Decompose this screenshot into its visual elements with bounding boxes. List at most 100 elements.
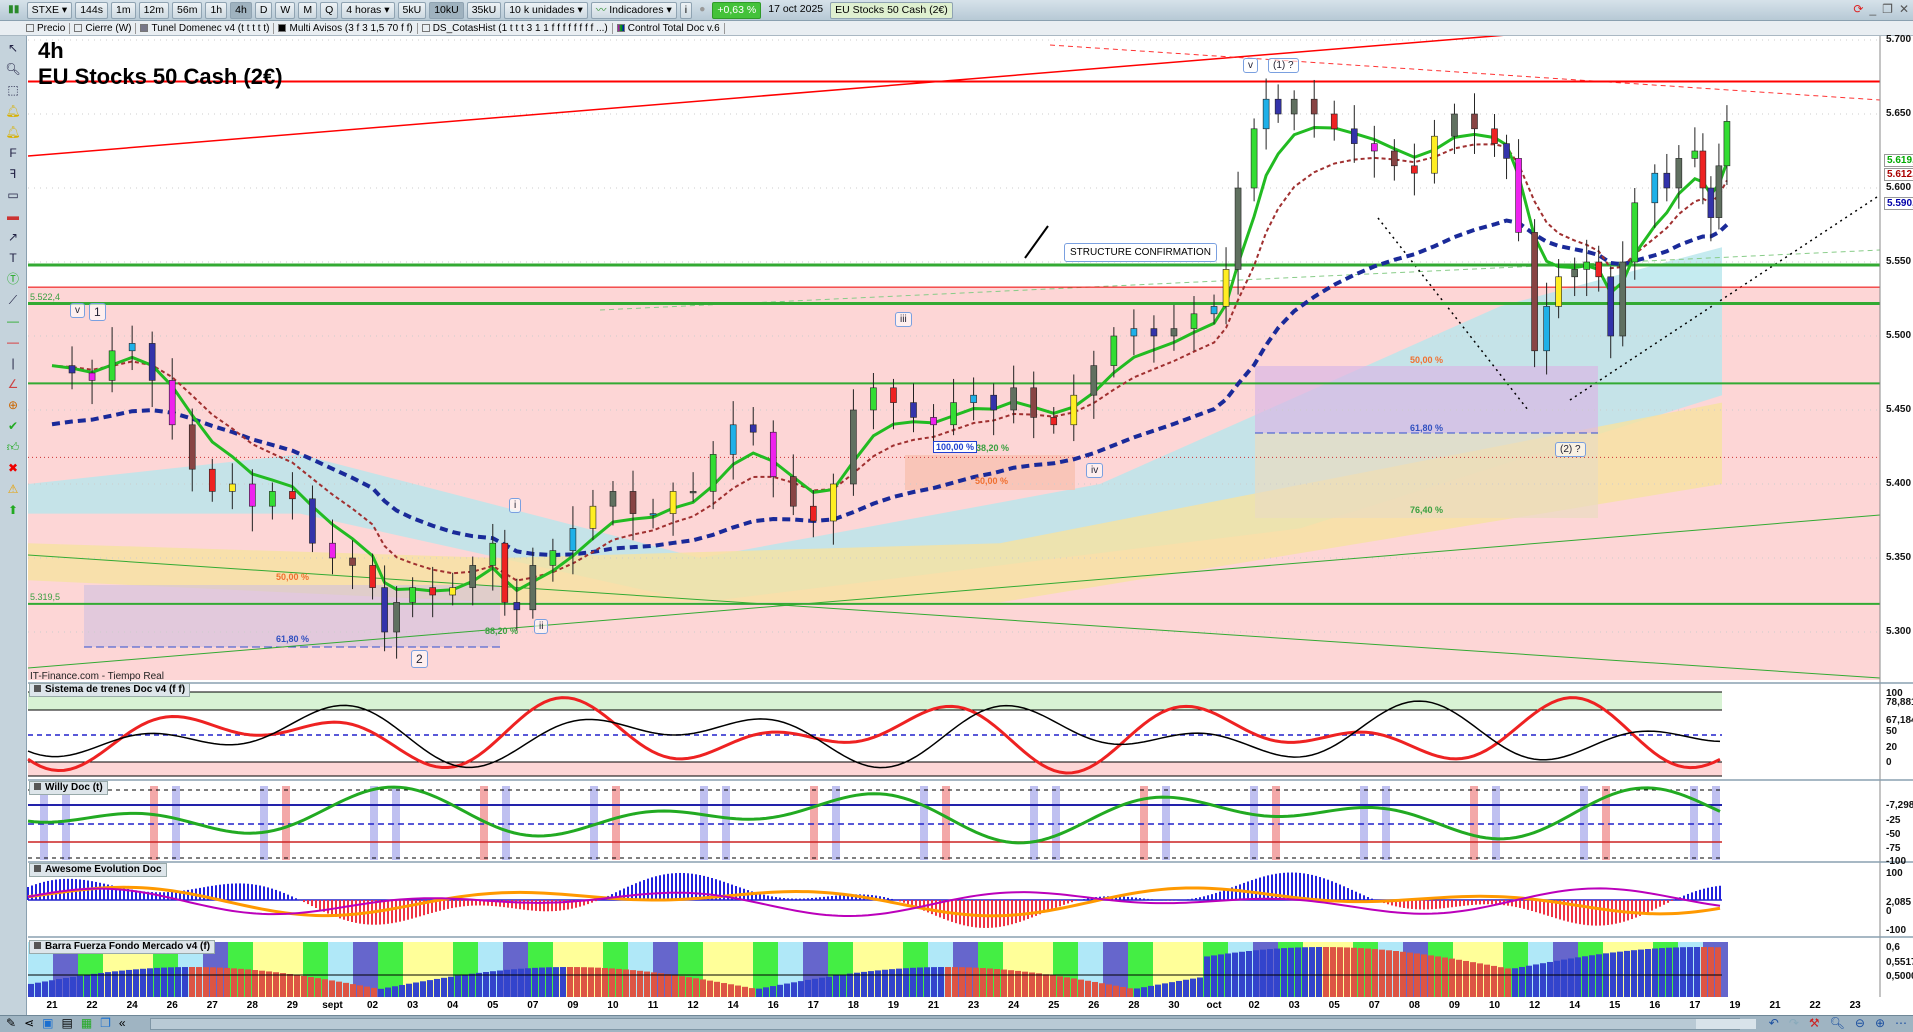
barra-bar: [1253, 950, 1259, 997]
line-icon[interactable]: ⟋: [2, 291, 24, 309]
tf-1h[interactable]: 1h: [205, 1, 228, 19]
legend-control-total[interactable]: Control Total Doc v.6: [616, 22, 725, 34]
x-mark-icon[interactable]: ✖: [2, 459, 24, 477]
auto-zoom-icon[interactable]: 🔍︎: [1830, 1016, 1845, 1030]
barra-bar: [952, 967, 958, 997]
wave-label[interactable]: 1: [89, 303, 106, 321]
candle: [269, 491, 276, 507]
fibo-line-icon[interactable]: ꟻ: [2, 165, 24, 183]
tf-144s[interactable]: 144s: [75, 1, 108, 19]
chat-icon[interactable]: ▣: [42, 1016, 53, 1030]
symbol-selector[interactable]: STXE ▾: [26, 1, 73, 19]
legend-cierre[interactable]: Cierre (W): [74, 22, 137, 34]
barra-bar: [56, 979, 62, 997]
up-arrow-icon[interactable]: ⬆: [2, 501, 24, 519]
cross-icon[interactable]: ⊕: [2, 396, 24, 414]
filled-rectangle-icon[interactable]: ▬: [2, 207, 24, 225]
minimize-icon[interactable]: _: [1869, 2, 1876, 16]
warning-icon[interactable]: ⚠: [2, 480, 24, 498]
date-axis-label: 10: [1488, 1000, 1501, 1011]
tf-12m[interactable]: 12m: [138, 1, 170, 19]
share-icon[interactable]: ⋖: [24, 1016, 34, 1030]
zoom-out-icon[interactable]: ⊖: [1855, 1016, 1865, 1030]
zoom-icon[interactable]: 🔍︎: [2, 60, 24, 78]
zoom-in-icon[interactable]: ⊕: [1875, 1016, 1885, 1030]
tf-56m[interactable]: 56m: [172, 1, 203, 19]
fib-label: 50,00 %: [1410, 355, 1444, 365]
tf-w[interactable]: W: [275, 1, 296, 19]
units-selector[interactable]: 10 k unidades ▾: [504, 1, 588, 19]
wave-label[interactable]: iv: [1086, 463, 1104, 478]
panel-label-trenes[interactable]: Sistema de trenes Doc v4 (f f): [29, 683, 191, 697]
wave-label[interactable]: iii: [895, 312, 912, 327]
check-icon[interactable]: ✔: [2, 417, 24, 435]
zoom-area-icon[interactable]: ⬚: [2, 81, 24, 99]
unit-35ku[interactable]: 35kU: [466, 1, 502, 19]
arrow-icon[interactable]: ↗: [2, 228, 24, 246]
bell-icon[interactable]: 🔔︎: [2, 123, 24, 141]
more-icon[interactable]: ⋯: [1895, 1016, 1907, 1030]
legend-cotashist[interactable]: DS_CotasHist (1 t t t 3 1 1 f f f f f f …: [421, 22, 613, 34]
report-icon[interactable]: ▤: [61, 1016, 72, 1030]
window-icon[interactable]: ❐: [100, 1016, 111, 1030]
barra-bar: [378, 988, 384, 997]
barra-bar: [1673, 947, 1679, 997]
wave-label[interactable]: v: [1243, 58, 1258, 73]
vertical-line-icon[interactable]: |: [2, 354, 24, 372]
barra-bar: [1540, 963, 1546, 997]
wave-label[interactable]: v: [70, 303, 85, 318]
barra-bar: [1043, 974, 1049, 997]
alert-icon[interactable]: 🔔︎: [2, 102, 24, 120]
list-icon[interactable]: ▦: [81, 1016, 92, 1030]
fib-label: 61,80 %: [276, 634, 310, 644]
rectangle-icon[interactable]: ▭: [2, 186, 24, 204]
panel-label-awesome[interactable]: Awesome Evolution Doc: [29, 863, 167, 877]
structure-confirmation-note[interactable]: STRUCTURE CONFIRMATION: [1064, 243, 1217, 262]
redo-icon[interactable]: ↷: [1789, 1016, 1799, 1030]
tf-4h[interactable]: 4h: [230, 1, 252, 19]
barra-bar: [511, 969, 517, 997]
wave-label[interactable]: 2: [411, 650, 428, 668]
scrollbar-thumb[interactable]: [1696, 1019, 1756, 1029]
pencil-icon[interactable]: ✎: [6, 1016, 16, 1030]
red-line-icon[interactable]: —: [2, 333, 24, 351]
chart-type-icon[interactable]: ▮▮: [4, 2, 24, 19]
price-axis-label: 5.450: [1886, 404, 1912, 415]
collapse-icon[interactable]: «: [119, 1016, 126, 1030]
angle-icon[interactable]: ∠: [2, 375, 24, 393]
close-icon[interactable]: ✕: [1899, 2, 1909, 16]
legend-multiavisos[interactable]: Multi Avisos (3 f 3 1,5 70 f f): [278, 22, 418, 34]
price-chart[interactable]: [0, 0, 1913, 1032]
unit-10ku[interactable]: 10kU: [429, 1, 464, 19]
legend-precio[interactable]: Precio: [26, 22, 71, 34]
candle: [1631, 202, 1639, 263]
text-bubble-icon[interactable]: Ⓣ: [2, 270, 24, 288]
wave-label[interactable]: (1) ?: [1268, 58, 1299, 73]
green-line-icon[interactable]: —: [2, 312, 24, 330]
undo-icon[interactable]: ↶: [1769, 1016, 1779, 1030]
period-selector[interactable]: 4 horas ▾: [341, 1, 395, 19]
wave-label[interactable]: (2) ?: [1555, 442, 1586, 457]
fibo-icon[interactable]: F: [2, 144, 24, 162]
wave-label[interactable]: ii: [534, 619, 549, 634]
refresh-icon[interactable]: ⟳: [1853, 2, 1863, 16]
horizontal-scrollbar[interactable]: [150, 1018, 1756, 1030]
text-icon[interactable]: T: [2, 249, 24, 267]
unit-5ku[interactable]: 5kU: [397, 1, 427, 19]
panel-label-willy[interactable]: Willy Doc (t): [29, 781, 108, 795]
barra-bar: [1687, 947, 1693, 997]
wave-label[interactable]: i: [509, 498, 522, 513]
tf-q[interactable]: Q: [320, 1, 339, 19]
info-icon[interactable]: i: [679, 1, 693, 19]
tf-d[interactable]: D: [254, 1, 273, 19]
candle-settings-icon[interactable]: ⚒: [1809, 1016, 1820, 1030]
legend-tunel[interactable]: Tunel Domenec v4 (t t t t t): [140, 22, 275, 34]
indicators-button[interactable]: 〰 Indicadores ▾: [590, 1, 677, 19]
tf-m[interactable]: M: [298, 1, 318, 19]
panel-label-barra[interactable]: Barra Fuerza Fondo Mercado v4 (f): [29, 940, 216, 954]
tf-1m[interactable]: 1m: [110, 1, 136, 19]
barra-bar: [987, 968, 993, 997]
thumbs-up-icon[interactable]: 👍︎: [2, 438, 24, 456]
pointer-icon[interactable]: ↖: [2, 39, 24, 57]
restore-icon[interactable]: ❐: [1882, 2, 1893, 16]
